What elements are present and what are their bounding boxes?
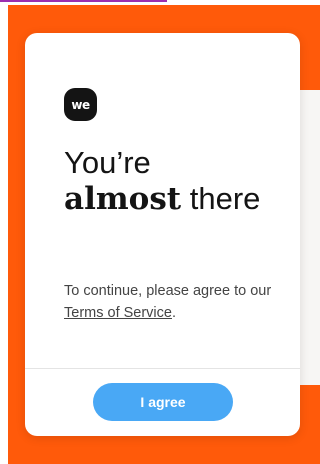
terms-of-service-link[interactable]: Terms of Service <box>64 305 172 321</box>
modal-backdrop: we You’re almost there To continue, plea… <box>8 5 320 464</box>
top-link-underline <box>0 0 167 2</box>
logo-text: we <box>71 97 90 112</box>
heading-bold-word: almost <box>64 181 182 217</box>
consent-text-after: . <box>171 305 177 321</box>
heading-after-bold: there <box>181 181 261 216</box>
we-logo-icon: we <box>64 88 97 121</box>
consent-dialog: we You’re almost there To continue, plea… <box>25 33 300 436</box>
footer-divider <box>25 368 300 369</box>
consent-message: To continue, please agree to our Terms o… <box>64 280 284 324</box>
heading-line1: You’re <box>64 145 151 180</box>
dialog-heading: You’re almost there <box>64 145 294 217</box>
agree-button[interactable]: I agree <box>93 383 233 421</box>
consent-text-before: To continue, please agree to our <box>64 283 272 299</box>
